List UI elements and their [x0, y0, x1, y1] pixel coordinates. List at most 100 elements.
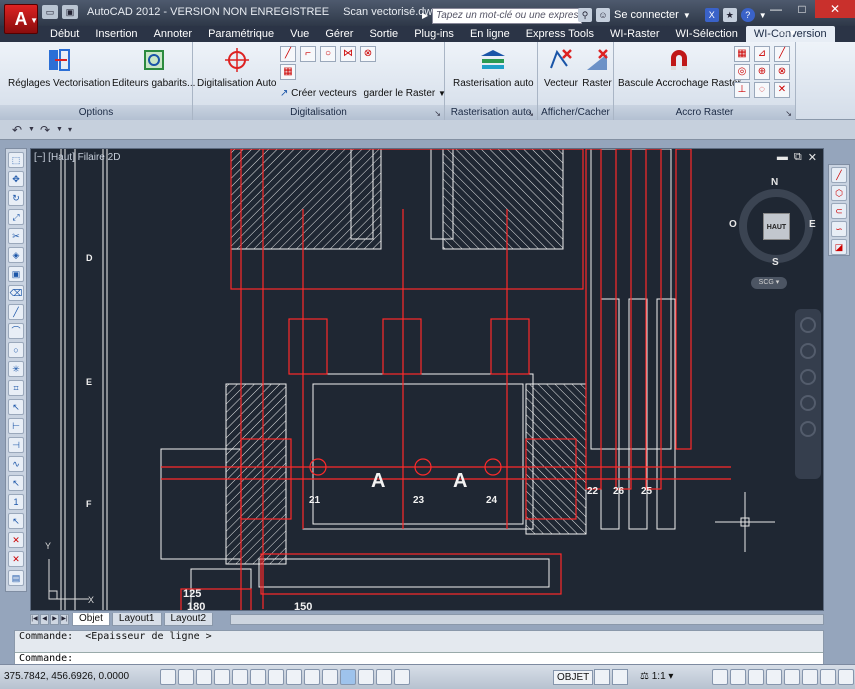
maximize-button[interactable]: □ — [789, 0, 815, 18]
bascule-accrochage-button[interactable]: Bascule Accrochage Raster — [618, 46, 741, 89]
quick-properties-icon[interactable] — [376, 669, 392, 685]
dynamic-input-icon[interactable] — [322, 669, 338, 685]
draw-circle-icon[interactable]: ○ — [8, 342, 24, 358]
search-expand-icon[interactable]: ▶ — [422, 9, 432, 23]
line-tool-icon[interactable]: ╱ — [280, 46, 296, 62]
minimize-button[interactable]: — — [763, 0, 789, 18]
line-icon[interactable]: ╱ — [831, 167, 847, 183]
tab-gerer[interactable]: Gérer — [317, 26, 361, 42]
ducs-icon[interactable] — [304, 669, 320, 685]
grid-display-icon[interactable] — [196, 669, 212, 685]
selection-cycling-icon[interactable] — [394, 669, 410, 685]
compass-south[interactable]: S — [772, 257, 779, 268]
workspace-switch-icon[interactable] — [748, 669, 764, 685]
viewport-close-icon[interactable]: ✕ — [808, 151, 817, 164]
digitalisation-auto-button[interactable]: Digitalisation Auto — [197, 46, 277, 89]
lineweight-icon[interactable] — [340, 669, 356, 685]
redo-icon[interactable]: ↷ — [40, 123, 50, 137]
cursor-icon[interactable]: ↖ — [8, 475, 24, 491]
compass-north[interactable]: N — [771, 177, 778, 188]
status-menu-icon[interactable] — [820, 669, 836, 685]
ribbon-minimize-icon[interactable]: ▭ ▾ — [778, 28, 795, 39]
coordinates-readout[interactable]: 375.7842, 456.6926, 0.0000 — [4, 671, 129, 682]
new-file-icon[interactable]: ▭ — [42, 5, 58, 19]
steering-wheel-icon[interactable] — [800, 317, 816, 333]
pick-icon[interactable]: ↖ — [8, 399, 24, 415]
snap-end-icon[interactable]: ╱ — [774, 46, 790, 62]
zoom-icon[interactable] — [800, 369, 816, 385]
hardware-acceleration-icon[interactable] — [784, 669, 800, 685]
extend-icon[interactable]: ⊣ — [8, 437, 24, 453]
pan-icon[interactable] — [800, 343, 816, 359]
tab-annoter[interactable]: Annoter — [146, 26, 201, 42]
tab-wi-raster[interactable]: WI-Raster — [602, 26, 668, 42]
3d-osnap-icon[interactable] — [268, 669, 284, 685]
help-icon[interactable]: ? — [740, 8, 755, 22]
polyline-tool-icon[interactable]: ⌐ — [300, 46, 316, 62]
annotation-visibility-icon[interactable] — [712, 669, 728, 685]
viewport-minimize-icon[interactable]: ▬ — [777, 151, 788, 164]
binoculars-icon[interactable]: ⚲ — [578, 8, 592, 22]
last-layout-icon[interactable]: ▶| — [60, 613, 69, 625]
draw-arc-icon[interactable]: ⌒ — [8, 323, 24, 339]
help-search-input[interactable]: Tapez un mot-clé ou une expression — [432, 8, 582, 24]
tab-layout1[interactable]: Layout1 — [111, 612, 162, 626]
auto-scale-icon[interactable] — [730, 669, 746, 685]
despeckle-icon[interactable]: ✳ — [8, 361, 24, 377]
insert-image-icon[interactable]: ▤ — [8, 570, 24, 586]
next-layout-icon[interactable]: ▶ — [50, 613, 59, 625]
tab-sortie[interactable]: Sortie — [361, 26, 406, 42]
layer-icon[interactable]: ◈ — [8, 247, 24, 263]
draw-line-icon[interactable]: ╱ — [8, 304, 24, 320]
trim-icon[interactable]: ⊢ — [8, 418, 24, 434]
close-button[interactable]: ✕ — [815, 0, 855, 18]
prev-layout-icon[interactable]: ◀ — [40, 613, 49, 625]
tab-insertion[interactable]: Insertion — [87, 26, 145, 42]
number-icon[interactable]: 1 — [8, 494, 24, 510]
delete-vector-icon[interactable]: ✕ — [8, 551, 24, 567]
tab-parametrique[interactable]: Paramétrique — [200, 26, 282, 42]
viewport-label[interactable]: [−] [Haut] Filaire 2D — [34, 152, 120, 163]
tab-layout2[interactable]: Layout2 — [163, 612, 214, 626]
exchange-icon[interactable]: X — [704, 8, 719, 22]
snap-perp-icon[interactable]: ⊥ — [734, 82, 750, 98]
lock-icon[interactable] — [766, 669, 782, 685]
rasterisation-auto-button[interactable]: Rasterisation auto — [453, 46, 534, 89]
crop-icon[interactable]: ⌗ — [8, 380, 24, 396]
editeurs-gabarits-button[interactable]: Editeurs gabarits... — [112, 46, 195, 89]
panel-expand-icon[interactable]: ↘ — [434, 109, 441, 118]
viewport-restore-icon[interactable]: ⧉ — [794, 151, 802, 164]
vecteur-toggle-button[interactable]: Vecteur — [544, 46, 578, 89]
chevron-down-icon[interactable]: ▼ — [683, 11, 691, 20]
isolate-objects-icon[interactable] — [802, 669, 818, 685]
first-layout-icon[interactable]: |◀ — [30, 613, 39, 625]
object-snap-tracking-icon[interactable] — [286, 669, 302, 685]
model-icon[interactable] — [594, 669, 610, 685]
showmotion-icon[interactable] — [800, 421, 816, 437]
polygon-icon[interactable]: ⬡ — [831, 185, 847, 201]
erase-pixel-icon[interactable]: ⌫ — [8, 285, 24, 301]
smooth-icon[interactable]: ∿ — [8, 456, 24, 472]
node-tool-icon[interactable]: ⋈ — [340, 46, 356, 62]
orbit-icon[interactable] — [800, 395, 816, 411]
sign-in-link[interactable]: Se connecter — [614, 9, 679, 21]
star-icon[interactable]: ★ — [722, 8, 737, 22]
snap-midpoint-icon[interactable]: ⊿ — [754, 46, 770, 62]
user-icon[interactable]: ☺ — [596, 8, 610, 22]
drawing-canvas[interactable]: D E F 125 180 150 21 23 24 22 26 25 A A … — [30, 148, 824, 611]
select-raster-icon[interactable]: ⬚ — [8, 152, 24, 168]
ucs-menu[interactable]: SCG ▾ — [751, 277, 787, 289]
viewcube-top-face[interactable]: HAUT — [763, 213, 790, 240]
infer-constraints-icon[interactable] — [160, 669, 176, 685]
horizontal-scrollbar[interactable] — [230, 614, 824, 625]
move-raster-icon[interactable]: ✥ — [8, 171, 24, 187]
compass-west[interactable]: O — [729, 219, 737, 230]
snap-none-icon[interactable]: ✕ — [774, 82, 790, 98]
redo-dropdown-icon[interactable]: ▼ — [56, 126, 63, 133]
rotate-raster-icon[interactable]: ↻ — [8, 190, 24, 206]
panel-expand-icon[interactable]: ↘ — [527, 109, 534, 118]
snap-quadrant-icon[interactable]: ⊗ — [774, 64, 790, 80]
panel-expand-icon[interactable]: ↘ — [785, 109, 792, 118]
delete-raster-icon[interactable]: ✕ — [8, 532, 24, 548]
tab-debut[interactable]: Début — [42, 26, 87, 42]
